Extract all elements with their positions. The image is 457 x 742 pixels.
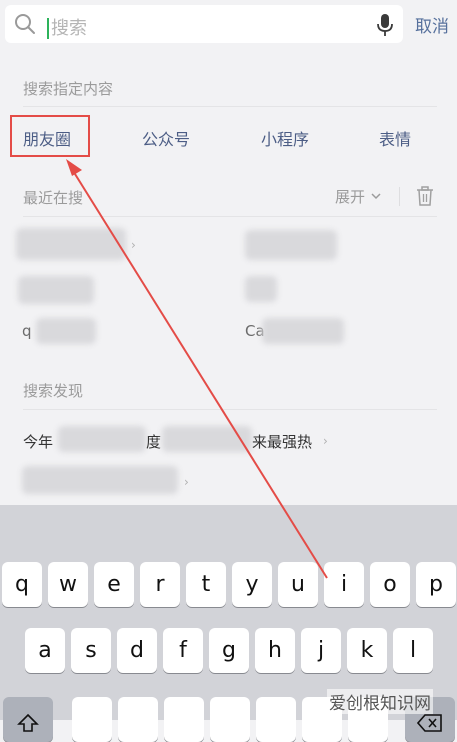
key-d[interactable]: d	[117, 628, 157, 673]
trash-icon[interactable]	[416, 186, 434, 206]
divider	[399, 187, 400, 206]
key-u[interactable]: u	[278, 562, 318, 607]
search-icon	[15, 14, 35, 34]
key-t[interactable]: t	[186, 562, 226, 607]
key-w[interactable]: w	[48, 562, 88, 607]
expand-button[interactable]: 展开	[335, 186, 365, 207]
divider	[23, 409, 437, 410]
keyboard	[0, 505, 457, 720]
history-item-blurred[interactable]	[262, 318, 344, 344]
key-j[interactable]: j	[301, 628, 341, 673]
backspace-icon	[417, 713, 442, 732]
cancel-button[interactable]: 取消	[415, 12, 449, 37]
divider	[23, 106, 437, 107]
discover-item-text[interactable]: 今年	[23, 431, 53, 452]
chevron-right-icon: ›	[323, 434, 328, 448]
key-r[interactable]: r	[140, 562, 180, 607]
history-item-fragment[interactable]: q	[22, 322, 32, 340]
chevron-right-icon: ›	[131, 238, 136, 252]
chevron-right-icon: ›	[184, 475, 189, 489]
section-title-recent: 最近在搜	[23, 189, 84, 207]
history-item-blurred[interactable]	[245, 230, 337, 260]
history-item-blurred[interactable]	[18, 276, 94, 304]
discover-item-text[interactable]: 来最强热	[252, 431, 312, 452]
key-i[interactable]: i	[324, 562, 364, 607]
watermark: 爱创根知识网	[327, 689, 433, 714]
shift-icon	[17, 713, 39, 732]
key-y[interactable]: y	[232, 562, 272, 607]
search-bar[interactable]: 搜索	[5, 5, 403, 43]
divider	[23, 216, 437, 217]
history-item-blurred[interactable]	[16, 228, 126, 260]
section-title-discover: 搜索发现	[23, 382, 84, 400]
history-item-blurred[interactable]	[36, 318, 96, 344]
key-o[interactable]: o	[370, 562, 410, 607]
discover-item-text[interactable]: 度	[146, 431, 161, 452]
key-f[interactable]: f	[163, 628, 203, 673]
key-a[interactable]: a	[25, 628, 65, 673]
key-g[interactable]: g	[209, 628, 249, 673]
category-stickers[interactable]: 表情	[379, 126, 411, 150]
key-k[interactable]: k	[347, 628, 387, 673]
key-l[interactable]: l	[393, 628, 433, 673]
microphone-icon[interactable]	[374, 13, 396, 37]
key-p[interactable]: p	[416, 562, 456, 607]
key-s[interactable]: s	[71, 628, 111, 673]
highlight-box	[10, 115, 90, 157]
key-q[interactable]: q	[2, 562, 42, 607]
discover-item-blurred[interactable]	[58, 426, 146, 452]
discover-item-blurred[interactable]	[22, 466, 178, 494]
key-e[interactable]: e	[94, 562, 134, 607]
history-item-blurred[interactable]	[245, 276, 277, 302]
category-official-accounts[interactable]: 公众号	[142, 126, 190, 150]
text-caret	[47, 18, 49, 39]
category-mini-programs[interactable]: 小程序	[261, 126, 309, 150]
section-title-search-specified: 搜索指定内容	[23, 80, 114, 98]
discover-item-blurred[interactable]	[162, 426, 252, 452]
search-input[interactable]: 搜索	[51, 14, 87, 40]
key-h[interactable]: h	[255, 628, 295, 673]
chevron-down-icon[interactable]	[370, 190, 382, 202]
